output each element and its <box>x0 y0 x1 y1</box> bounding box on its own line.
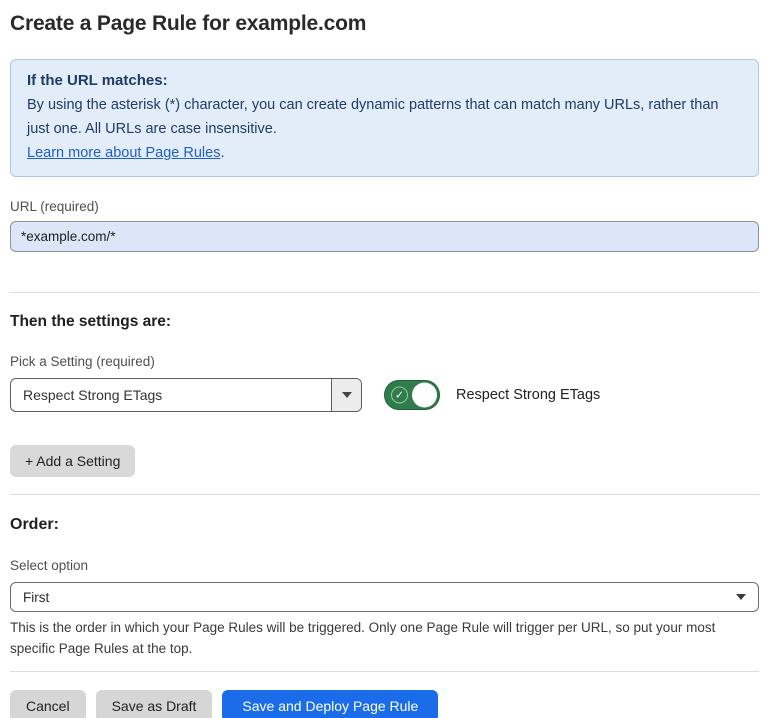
setting-select-value: Respect Strong ETags <box>11 379 331 411</box>
info-box-link-line: Learn more about Page Rules. <box>27 141 742 165</box>
save-and-deploy-button[interactable]: Save and Deploy Page Rule <box>222 690 438 718</box>
etags-toggle[interactable]: ✓ <box>384 380 440 410</box>
divider <box>10 671 759 672</box>
info-box-body: By using the asterisk (*) character, you… <box>27 93 742 141</box>
order-help-text: This is the order in which your Page Rul… <box>10 617 750 659</box>
url-match-info-box: If the URL matches: By using the asteris… <box>10 59 759 177</box>
toggle-knob <box>412 383 437 408</box>
setting-select[interactable]: Respect Strong ETags <box>10 378 362 412</box>
chevron-down-icon <box>736 594 746 600</box>
etags-toggle-label: Respect Strong ETags <box>456 387 600 403</box>
divider <box>10 292 759 293</box>
setting-select-arrow-button[interactable] <box>331 379 361 411</box>
order-select-value: First <box>23 590 49 605</box>
url-field-label: URL (required) <box>10 199 759 214</box>
settings-section-heading: Then the settings are: <box>10 313 759 331</box>
page-title: Create a Page Rule for example.com <box>10 12 759 36</box>
url-input[interactable] <box>10 221 759 252</box>
add-setting-button[interactable]: + Add a Setting <box>10 445 135 477</box>
check-icon: ✓ <box>391 387 408 404</box>
learn-more-link[interactable]: Learn more about Page Rules <box>27 145 220 161</box>
select-option-label: Select option <box>10 558 759 573</box>
save-as-draft-button[interactable]: Save as Draft <box>96 690 213 718</box>
divider <box>10 494 759 495</box>
chevron-down-icon <box>342 392 352 398</box>
pick-setting-label: Pick a Setting (required) <box>10 354 759 369</box>
setting-row: Respect Strong ETags ✓ Respect Strong ET… <box>10 378 759 412</box>
footer-buttons: Cancel Save as Draft Save and Deploy Pag… <box>10 690 759 718</box>
link-suffix: . <box>220 145 224 161</box>
cancel-button[interactable]: Cancel <box>10 690 86 718</box>
order-select[interactable]: First <box>10 582 759 612</box>
info-box-heading: If the URL matches: <box>27 69 742 93</box>
order-section-heading: Order: <box>10 516 759 534</box>
page-rule-form: Create a Page Rule for example.com If th… <box>0 0 769 718</box>
